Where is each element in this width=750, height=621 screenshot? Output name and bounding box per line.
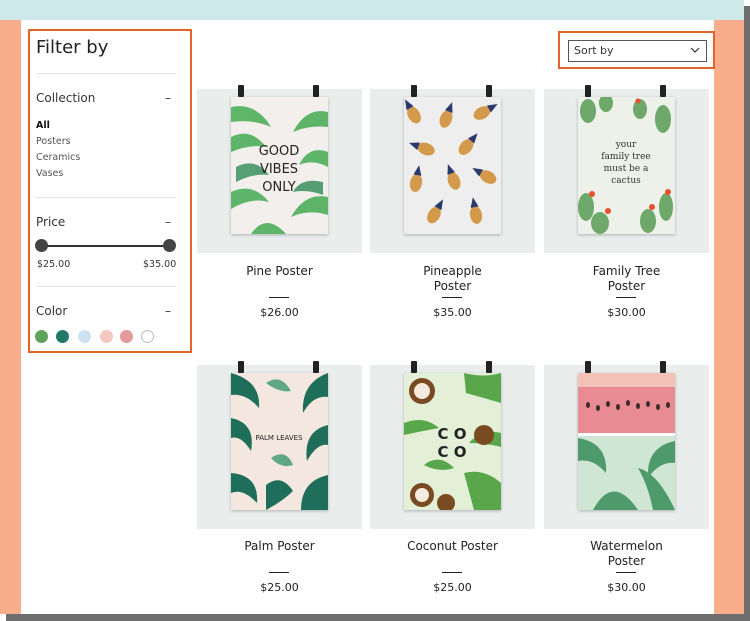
poster-clip (585, 361, 591, 373)
poster-text: C O (438, 443, 467, 461)
price-title[interactable]: Price (36, 215, 65, 229)
sort-highlight: Sort by (558, 31, 715, 69)
name-divider (616, 572, 636, 573)
price-slider-max-handle[interactable] (163, 239, 176, 252)
collection-item-all[interactable]: All (36, 120, 50, 131)
poster-clip (486, 85, 492, 97)
poster-clip (238, 85, 244, 97)
product-name[interactable]: Pineapple Poster (370, 264, 535, 294)
product-image[interactable]: PALM LEAVES (197, 361, 362, 529)
price-max-label: $35.00 (143, 259, 177, 270)
name-divider (269, 297, 289, 298)
frame-shadow-right (744, 6, 750, 621)
poster-text: cactus (611, 176, 641, 186)
color-swatch-green[interactable] (35, 330, 48, 343)
product-name-line: Pineapple Poster (423, 264, 482, 293)
sort-dropdown[interactable]: Sort by (568, 40, 707, 62)
poster-coco: C O C O (404, 373, 501, 510)
collection-collapse-toggle[interactable]: – (165, 91, 171, 105)
product-image[interactable]: C O C O (370, 361, 535, 529)
filter-title: Filter by (36, 37, 109, 58)
name-divider (442, 572, 462, 573)
color-title[interactable]: Color (36, 304, 67, 318)
chevron-down-icon (690, 47, 700, 53)
product-price: $30.00 (607, 306, 646, 319)
color-swatch-light-blue[interactable] (78, 330, 91, 343)
poster-clip (313, 361, 319, 373)
product-name-line: Family Tree Poster (592, 264, 661, 293)
poster-good-vibes: GOOD VIBES ONLY (231, 97, 328, 234)
poster-clip (313, 85, 319, 97)
divider (36, 197, 176, 198)
name-divider (269, 572, 289, 573)
product-price: $26.00 (260, 306, 299, 319)
product-image[interactable]: GOOD VIBES ONLY (197, 85, 362, 253)
product-name[interactable]: Coconut Poster (370, 539, 535, 554)
poster-clip (486, 361, 492, 373)
poster-text: VIBES (260, 162, 298, 177)
poster-palm-leaves: PALM LEAVES (231, 373, 328, 510)
poster-clip (411, 361, 417, 373)
frame-shadow-bottom (6, 614, 750, 621)
poster-clip (411, 85, 417, 97)
poster-clip (585, 85, 591, 97)
color-swatch-white[interactable] (141, 330, 154, 343)
poster-text: PALM LEAVES (255, 434, 303, 442)
product-image[interactable]: your family tree must be a cactus (544, 85, 709, 253)
collection-item-ceramics[interactable]: Ceramics (36, 152, 80, 163)
collection-item-posters[interactable]: Posters (36, 136, 71, 147)
poster-text: GOOD (259, 144, 300, 159)
product-image[interactable] (544, 361, 709, 529)
poster-clip (660, 85, 666, 97)
price-slider-track[interactable] (41, 245, 171, 247)
poster-clip (660, 361, 666, 373)
poster-text: ONLY (262, 180, 295, 195)
divider (36, 73, 176, 74)
product-price: $25.00 (260, 581, 299, 594)
poster-watermelon (578, 373, 675, 510)
product-name[interactable]: Pine Poster (197, 264, 362, 279)
sort-label: Sort by (574, 44, 614, 57)
collection-title[interactable]: Collection (36, 91, 95, 105)
name-divider (616, 297, 636, 298)
filter-panel: Filter by Collection – All Posters Ceram… (28, 29, 192, 353)
poster-text: C O (438, 425, 467, 443)
color-collapse-toggle[interactable]: – (165, 304, 171, 318)
product-name-line: Watermelon Poster (590, 539, 663, 568)
product-name[interactable]: Family Tree Poster (544, 264, 709, 294)
poster-clip (238, 361, 244, 373)
price-min-label: $25.00 (37, 259, 71, 270)
product-name[interactable]: Watermelon Poster (544, 539, 709, 569)
poster-text: must be a (604, 164, 649, 174)
price-collapse-toggle[interactable]: – (165, 215, 171, 229)
product-image[interactable] (370, 85, 535, 253)
color-swatch-pink[interactable] (100, 330, 113, 343)
poster-text: your (615, 140, 637, 150)
color-swatch-teal[interactable] (56, 330, 69, 343)
product-price: $35.00 (433, 306, 472, 319)
divider (36, 286, 176, 287)
product-price: $25.00 (433, 581, 472, 594)
top-strip (0, 0, 744, 20)
product-price: $30.00 (607, 581, 646, 594)
product-name[interactable]: Palm Poster (197, 539, 362, 554)
name-divider (442, 297, 462, 298)
poster-text: family tree (601, 152, 651, 162)
poster-cactus: your family tree must be a cactus (578, 97, 675, 234)
poster-pineapples (404, 97, 501, 234)
collection-item-vases[interactable]: Vases (36, 168, 63, 179)
color-swatch-rose[interactable] (120, 330, 133, 343)
price-slider-min-handle[interactable] (35, 239, 48, 252)
